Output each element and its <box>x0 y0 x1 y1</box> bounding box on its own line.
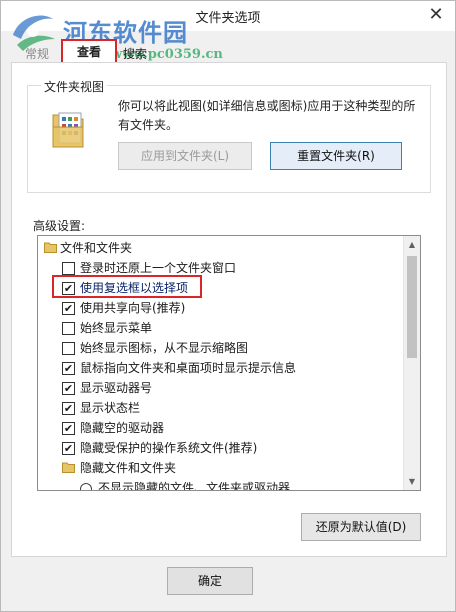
checkbox-unchecked[interactable] <box>62 322 75 335</box>
checkbox-checked[interactable]: ✔ <box>62 362 75 375</box>
folder-icon <box>62 462 75 473</box>
folder-options-window: 文件夹选项 ✕ 河东软件园 www.pc0359.cn 常规 查看 搜索 文件夹… <box>0 0 456 612</box>
scroll-down-icon[interactable]: ▼ <box>404 473 420 490</box>
title-bar: 文件夹选项 ✕ <box>1 1 455 31</box>
advanced-settings-label: 高级设置: <box>33 219 86 233</box>
tree-option-item[interactable]: 始终显示菜单 <box>38 318 404 338</box>
checkbox-checked[interactable]: ✔ <box>62 442 75 455</box>
close-icon[interactable]: ✕ <box>423 3 449 27</box>
scrollbar[interactable]: ▲ ▼ <box>403 236 420 490</box>
tab-strip: 常规 查看 搜索 <box>11 39 447 63</box>
tree-folder-item[interactable]: 文件和文件夹 <box>38 238 404 258</box>
tab-search[interactable]: 搜索 <box>117 45 153 63</box>
tree-option-item[interactable]: ✔ 隐藏空的驱动器 <box>38 418 404 438</box>
checkbox-checked[interactable]: ✔ <box>62 382 75 395</box>
window-title: 文件夹选项 <box>195 11 261 26</box>
checkbox-checked[interactable]: ✔ <box>62 302 75 315</box>
ok-button[interactable]: 确定 <box>167 567 253 595</box>
highlight-box <box>52 275 202 298</box>
checkbox-checked[interactable]: ✔ <box>62 422 75 435</box>
tree-item-label: 显示驱动器号 <box>80 381 153 395</box>
tree-option-item[interactable]: ✔ 显示驱动器号 <box>38 378 404 398</box>
radio-button[interactable] <box>80 483 92 490</box>
tree-item-label: 使用共享向导(推荐) <box>80 301 186 315</box>
apply-to-folders-button[interactable]: 应用到文件夹(L) <box>118 142 252 170</box>
tab-general[interactable]: 常规 <box>19 45 55 63</box>
tree-item-label: 隐藏受保护的操作系统文件(推荐) <box>80 441 258 455</box>
tree-item-label: 文件和文件夹 <box>60 241 133 255</box>
folder-views-title: 文件夹视图 <box>41 78 108 95</box>
reset-folders-button[interactable]: 重置文件夹(R) <box>270 142 402 170</box>
tree-option-item[interactable]: ✔ 鼠标指向文件夹和桌面项时显示提示信息 <box>38 358 404 378</box>
advanced-settings-tree[interactable]: 文件和文件夹 登录时还原上一个文件夹窗口 ✔ 使用复选框以选择项 ✔ 使用共享向导(推荐)… <box>37 235 421 491</box>
tree-option-item[interactable]: 不显示隐藏的文件、文件夹或驱动器 <box>38 478 404 491</box>
folder-view-icon <box>52 112 84 148</box>
tree-option-item[interactable]: ✔ 隐藏受保护的操作系统文件(推荐) <box>38 438 404 458</box>
restore-defaults-button[interactable]: 还原为默认值(D) <box>301 513 421 541</box>
checkbox-unchecked[interactable] <box>62 342 75 355</box>
tree-item-label: 不显示隐藏的文件、文件夹或驱动器 <box>98 481 291 491</box>
folder-views-description: 你可以将此视图(如详细信息或图标)应用于这种类型的所有文件夹。 <box>118 99 416 132</box>
tree-item-label: 始终显示图标，从不显示缩略图 <box>80 341 249 355</box>
tree-item-label: 显示状态栏 <box>80 401 141 415</box>
tree-item-label: 始终显示菜单 <box>80 321 153 335</box>
checkbox-checked[interactable]: ✔ <box>62 402 75 415</box>
scroll-thumb[interactable] <box>407 256 417 358</box>
tree-option-item[interactable]: 始终显示图标，从不显示缩略图 <box>38 338 404 358</box>
checkbox-unchecked[interactable] <box>62 262 75 275</box>
tree-option-item[interactable]: ✔ 使用共享向导(推荐) <box>38 298 404 318</box>
tab-view[interactable]: 查看 <box>61 39 117 63</box>
tree-item-label: 隐藏文件和文件夹 <box>80 461 177 475</box>
tree-item-label: 隐藏空的驱动器 <box>80 421 165 435</box>
tree-folder-item[interactable]: 隐藏文件和文件夹 <box>38 458 404 478</box>
scroll-up-icon[interactable]: ▲ <box>404 236 420 253</box>
tree-item-label: 鼠标指向文件夹和桌面项时显示提示信息 <box>80 361 297 375</box>
folder-icon <box>44 242 57 253</box>
tree-option-item[interactable]: ✔ 显示状态栏 <box>38 398 404 418</box>
